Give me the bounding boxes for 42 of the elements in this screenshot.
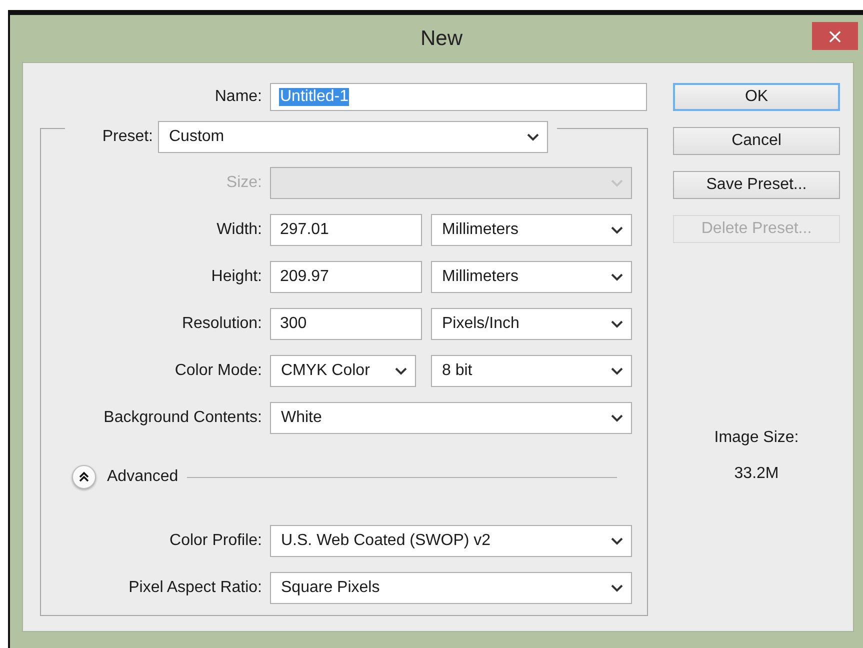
preset-dropdown[interactable]: Custom <box>158 121 548 153</box>
chevron-icon <box>611 179 623 187</box>
field-label: Background Contents: <box>102 409 262 427</box>
dialog-button[interactable]: Cancel <box>673 127 840 155</box>
dialog-button[interactable]: OK <box>673 83 840 111</box>
depth-dropdown[interactable]: 8 bit <box>431 355 632 387</box>
section-label: Advanced <box>107 468 178 486</box>
input-field[interactable]: 297.01 <box>270 214 422 246</box>
chevron-icon <box>611 584 623 592</box>
unit-dropdown[interactable]: Millimeters <box>431 261 632 293</box>
mode-dropdown[interactable]: CMYK Color <box>270 355 416 387</box>
close-button[interactable]: × <box>812 22 858 50</box>
window-title: New <box>420 26 462 50</box>
image-size-value: 33.2M <box>734 465 779 483</box>
chevron-icon <box>611 320 623 328</box>
field-label: Size: <box>225 174 262 192</box>
chevron-icon <box>611 537 623 545</box>
chevron-icon <box>611 414 623 422</box>
chevron-icon <box>527 133 539 141</box>
field-label: Preset: <box>101 128 153 146</box>
input-field[interactable]: 300 <box>270 308 422 340</box>
field-label: Height: <box>210 268 262 286</box>
unit-dropdown[interactable]: Millimeters <box>431 214 632 246</box>
field-label: Width: <box>216 221 262 239</box>
field-label: Name: <box>214 88 262 106</box>
dialog-button[interactable]: Save Preset... <box>673 171 840 199</box>
chevron-icon <box>395 367 407 375</box>
field-label: Color Profile: <box>168 532 262 550</box>
image-size-label: Image Size: <box>714 429 799 447</box>
dropdown[interactable]: Square Pixels <box>270 572 632 604</box>
double-chevron-icon <box>78 471 90 483</box>
chevron-icon <box>611 226 623 234</box>
field-label: Pixel Aspect Ratio: <box>128 579 262 597</box>
chevron-icon <box>611 273 623 281</box>
dropdown[interactable]: White <box>270 402 632 434</box>
dropdown[interactable]: U.S. Web Coated (SWOP) v2 <box>270 525 632 557</box>
field-label: Color Mode: <box>174 362 262 380</box>
field-label: Resolution: <box>180 315 262 333</box>
input-field[interactable]: 209.97 <box>270 261 422 293</box>
chevron-icon <box>611 367 623 375</box>
unit-dropdown[interactable]: Pixels/Inch <box>431 308 632 340</box>
collapse-button[interactable] <box>72 465 96 489</box>
